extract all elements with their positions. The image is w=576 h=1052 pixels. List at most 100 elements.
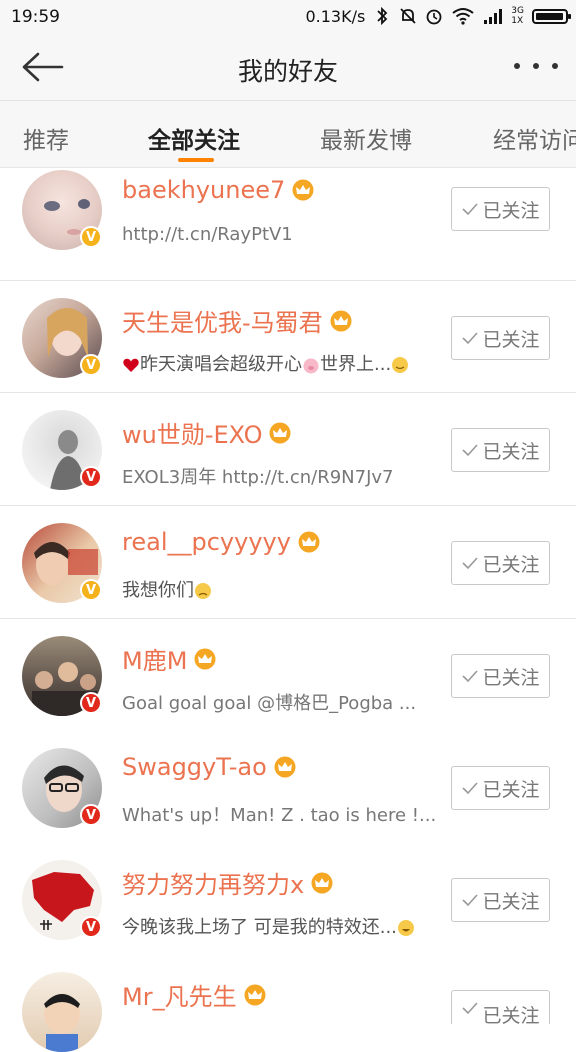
user-name-text: 努力努力再努力x: [122, 871, 305, 899]
user-name[interactable]: Mr_凡先生: [122, 977, 267, 1012]
followed-button[interactable]: 已关注: [451, 316, 550, 360]
crown-icon: [311, 872, 333, 893]
network-type: 3G 1X: [511, 6, 524, 26]
followed-label: 已关注: [482, 553, 540, 576]
check-icon: [462, 557, 479, 570]
followed-label: 已关注: [482, 778, 540, 801]
user-name[interactable]: real__pcyyyyy: [122, 528, 321, 556]
check-icon: [462, 203, 479, 216]
list-item[interactable]: Mr_凡先生 已关注: [0, 955, 576, 1052]
check-icon: [462, 782, 479, 795]
check-icon: [462, 1002, 479, 1015]
avatar-image: [44, 994, 80, 1052]
user-name[interactable]: wu世勋-EXO: [122, 415, 292, 450]
page-title: 我的好友: [237, 57, 338, 86]
heart-icon: [123, 358, 139, 372]
verified-badge: V: [80, 804, 102, 826]
list-item[interactable]: V SwaggyT-ao What's up！Man! Z . tao is h…: [0, 731, 576, 844]
verified-badge: V: [80, 692, 102, 714]
user-name-text: 天生是优我-马蜀君: [122, 309, 323, 337]
list-item[interactable]: V 天生是优我-马蜀君 昨天演唱会超级开心 世界上... 已关注: [0, 281, 576, 393]
user-name[interactable]: M鹿M: [122, 641, 217, 676]
signal-icon: [484, 9, 503, 24]
followed-button[interactable]: 已关注: [451, 187, 550, 231]
verified-badge: V: [80, 579, 102, 601]
network-type-top: 3G: [511, 6, 524, 16]
user-desc: 昨天演唱会超级开心 世界上...: [122, 350, 409, 376]
crown-icon: [269, 422, 291, 443]
user-desc: 今晚该我上场了 可是我的特效还...: [122, 913, 415, 939]
tab-recommend[interactable]: 推荐: [23, 121, 69, 155]
verified-badge: V: [80, 354, 102, 376]
user-desc: 我想你们: [122, 576, 212, 602]
user-name-text: real__pcyyyyy: [122, 528, 291, 556]
list-item[interactable]: V wu世勋-EXO EXOL3周年 http://t.cn/R9N7Jv7 已…: [0, 393, 576, 506]
followed-label: 已关注: [482, 440, 540, 463]
followed-label: 已关注: [482, 328, 540, 351]
followed-label: 已关注: [482, 666, 540, 689]
check-icon: [462, 670, 479, 683]
tab-latest-posts[interactable]: 最新发博: [320, 121, 412, 155]
status-bar: 19:59 0.13K/s 3G 1X: [0, 0, 576, 34]
followed-button[interactable]: 已关注: [451, 428, 550, 472]
user-name-text: wu世勋-EXO: [122, 421, 263, 449]
check-icon: [462, 894, 479, 907]
status-time: 19:59: [11, 7, 60, 27]
verified-badge: V: [80, 226, 102, 248]
bluetooth-icon: [377, 6, 388, 26]
followed-button[interactable]: 已关注: [451, 990, 550, 1027]
verified-badge: V: [80, 916, 102, 938]
tab-bar: 推荐 全部关注 最新发博 经常访问: [0, 101, 576, 168]
tab-all-following[interactable]: 全部关注: [148, 121, 240, 155]
verified-badge: V: [80, 466, 102, 488]
user-desc: http://t.cn/RayPtV1: [122, 224, 293, 245]
wifi-icon: [452, 8, 474, 25]
network-speed: 0.13K/s: [305, 6, 366, 26]
status-right: 0.13K/s 3G 1X: [305, 6, 571, 26]
nav-bar: 我的好友: [0, 34, 576, 101]
crown-icon: [274, 756, 296, 778]
active-tab-indicator: [178, 158, 214, 162]
user-name-text: baekhyunee7: [122, 176, 286, 204]
mute-icon: [400, 8, 416, 24]
user-desc-text: 今晚该我上场了 可是我的特效还...: [122, 917, 397, 938]
user-name-text: Mr_凡先生: [122, 983, 237, 1011]
check-icon: [462, 332, 479, 345]
user-desc-text: 我想你们: [122, 580, 194, 601]
user-desc-text: 昨天演唱会超级开心: [140, 354, 302, 375]
user-name[interactable]: 努力努力再努力x: [122, 865, 334, 900]
list-item[interactable]: V 努力努力再努力x 今晚该我上场了 可是我的特效还... 已关注: [0, 843, 576, 956]
laugh-emoji-icon: [397, 920, 414, 936]
crown-icon: [194, 648, 216, 669]
crown-icon: [244, 984, 266, 1005]
smile-emoji-icon: [392, 357, 409, 373]
user-name[interactable]: SwaggyT-ao: [122, 753, 297, 781]
pig-emoji-icon: [303, 358, 319, 374]
sad-emoji-icon: [195, 583, 211, 599]
user-desc: EXOL3周年 http://t.cn/R9N7Jv7: [122, 467, 394, 488]
crown-icon: [330, 310, 352, 331]
followed-button[interactable]: 已关注: [451, 654, 550, 698]
battery-icon: [532, 8, 571, 24]
user-desc: What's up！Man! Z . tao is here !...: [122, 805, 437, 826]
user-desc-tail: 世界上...: [320, 354, 392, 375]
user-name[interactable]: 天生是优我-马蜀君: [122, 303, 353, 338]
crown-icon: [298, 531, 320, 553]
user-name-text: SwaggyT-ao: [122, 753, 267, 781]
crown-icon: [292, 179, 314, 201]
followed-label: 已关注: [482, 890, 540, 913]
avatar[interactable]: [22, 972, 102, 1052]
followed-button[interactable]: 已关注: [451, 878, 550, 922]
followed-label: 已关注: [482, 199, 540, 222]
tab-frequent-visits[interactable]: 经常访问: [493, 121, 576, 155]
network-type-bottom: 1X: [511, 16, 524, 26]
more-icon[interactable]: [514, 54, 558, 78]
followed-button[interactable]: 已关注: [451, 766, 550, 810]
alarm-icon: [426, 9, 442, 25]
user-desc: Goal goal goal @博格巴_Pogba ...: [122, 693, 417, 714]
followed-button[interactable]: 已关注: [451, 541, 550, 585]
list-item[interactable]: V M鹿M Goal goal goal @博格巴_Pogba ... 已关注: [0, 619, 576, 732]
user-name[interactable]: baekhyunee7: [122, 176, 315, 204]
list-item[interactable]: V baekhyunee7 http://t.cn/RayPtV1 已关注: [0, 168, 576, 281]
list-item[interactable]: V real__pcyyyyy 我想你们 已关注: [0, 506, 576, 619]
